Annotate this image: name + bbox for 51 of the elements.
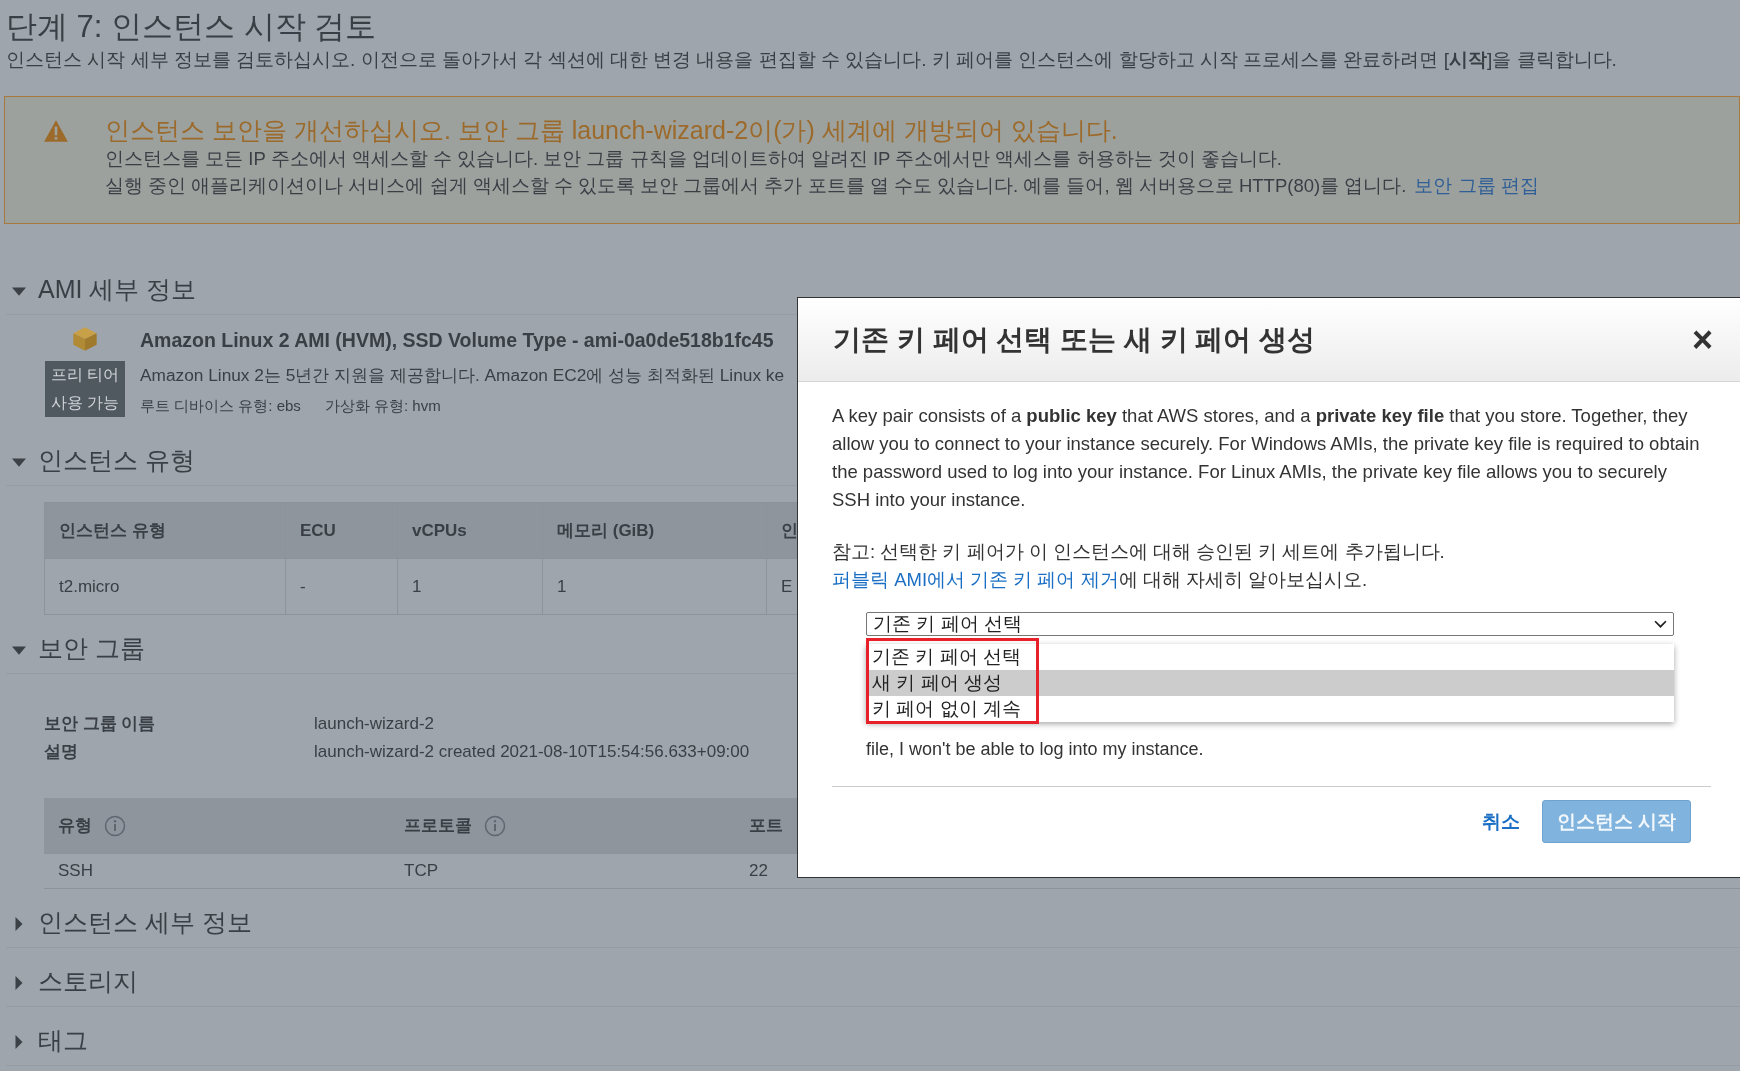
page-title: 단계 7: 인스턴스 시작 검토: [6, 8, 378, 46]
field-label: 보안 그룹 이름: [44, 713, 157, 735]
section-title[interactable]: 태그: [38, 1023, 88, 1057]
table-cell: t2.micro: [59, 576, 120, 597]
dropdown-option[interactable]: 키 페어 없이 계속: [866, 696, 1674, 722]
column-header: 포트: [749, 815, 783, 837]
section-title[interactable]: 스토리지: [38, 964, 138, 998]
cube-icon: [71, 325, 99, 353]
table-cell: SSH: [58, 861, 93, 881]
table-cell: 22: [749, 861, 768, 881]
table-cell: 1: [557, 576, 567, 597]
free-tier-badge: 프리 티어 사용 가능: [44, 361, 126, 417]
field-label: 설명: [44, 741, 79, 763]
column-header: 유형: [58, 815, 92, 837]
key-pair-select[interactable]: 기존 키 페어 선택: [866, 612, 1674, 636]
ami-description: Amazon Linux 2는 5년간 지원을 제공합니다. Amazon EC2에 성능 최적화된 Linux ke: [140, 364, 785, 387]
section-title[interactable]: 인스턴스 유형: [38, 443, 195, 477]
ami-meta-text: 루트 디바이스 유형: ebs: [140, 396, 301, 416]
table-cell: TCP: [404, 861, 438, 881]
dropdown-option[interactable]: 기존 키 페어 선택: [866, 644, 1674, 670]
chevron-down-icon: [1654, 619, 1667, 629]
field-value: launch-wizard-2 created 2021-08-10T15:54:56.633+09:00: [314, 741, 750, 763]
note-text: 참고: 선택한 키 페어가 이 인스턴스에 대해 승인된 키 세트에 추가됩니다. 퍼블릭 AMI에서 기존 키 페어 제거 에 대해 자세히 알아보십시오.: [832, 540, 1446, 592]
column-header: 프로토콜: [404, 815, 472, 837]
column-header: ECU: [300, 520, 336, 541]
key-pair-description: A key pair consists of a public key that AWS stores, and a private key file that you store. Together, they allow you to connect to your instance securely. For Windows AMIs, the private key file is required to obtain the password used to log into your instance. For Linux AMIs, the private key file allows you to securely SSH into your instance.: [832, 404, 1701, 512]
alert-text: 실행 중인 애플리케이션이나 서비스에 쉽게 액세스할 수 있도록 보안 그룹에서 추가 포트를 열 수도 있습니다. 예를 들어, 웹 서버용으로 HTTP(80)를 엽니다.: [105, 174, 1407, 198]
column-header: 인: [781, 520, 798, 542]
section-title[interactable]: AMI 세부 정보: [38, 272, 197, 306]
cancel-link[interactable]: 취소: [1481, 808, 1520, 835]
field-value: launch-wizard-2: [314, 713, 434, 735]
ami-meta-text: 가상화 유형: hvm: [324, 396, 441, 416]
dropdown-option[interactable]: 새 키 페어 생성: [866, 670, 1674, 696]
table-cell: -: [300, 576, 306, 597]
ami-name: Amazon Linux 2 AMI (HVM), SSD Volume Type - ami-0a0de518b1fc45: [140, 328, 775, 353]
acknowledge-text: file, I won't be able to log into my instance.: [866, 738, 1205, 761]
edit-security-group-link[interactable]: 보안 그룹 편집: [1414, 172, 1539, 199]
intro-text: 인스턴스 시작 세부 정보를 검토하십시오. 이전으로 돌아가서 각 섹션에 대한 변경 내용을 편집할 수 있습니다. 키 페어를 인스턴스에 할당하고 시작 프로세스를 완료하려면 [시작]을 클릭합니다.: [6, 48, 1618, 72]
remove-key-pair-link[interactable]: 퍼블릭 AMI에서 기존 키 페어 제거: [832, 569, 1119, 590]
dialog-title: 기존 키 페어 선택 또는 새 키 페어 생성: [833, 322, 1316, 357]
alert-title: 인스턴스 보안을 개선하십시오. 보안 그룹 launch-wizard-2이(가) 세계에 개방되어 있습니다.: [105, 115, 1119, 145]
table-cell: 1: [412, 576, 422, 597]
warning-icon: [43, 119, 69, 143]
column-header: 인스턴스 유형: [59, 520, 166, 542]
column-header: 메모리 (GiB): [557, 520, 655, 542]
section-title[interactable]: 보안 그룹: [38, 631, 145, 665]
column-header: vCPUs: [412, 520, 467, 541]
close-button[interactable]: ×: [1691, 321, 1713, 358]
table-cell: E: [781, 576, 793, 597]
section-title[interactable]: 인스턴스 세부 정보: [38, 905, 252, 939]
alert-text: 인스턴스를 모든 IP 주소에서 액세스할 수 있습니다. 보안 그룹 규칙을 업데이트하여 알려진 IP 주소에서만 액세스를 허용하는 것이 좋습니다.: [105, 147, 1282, 171]
